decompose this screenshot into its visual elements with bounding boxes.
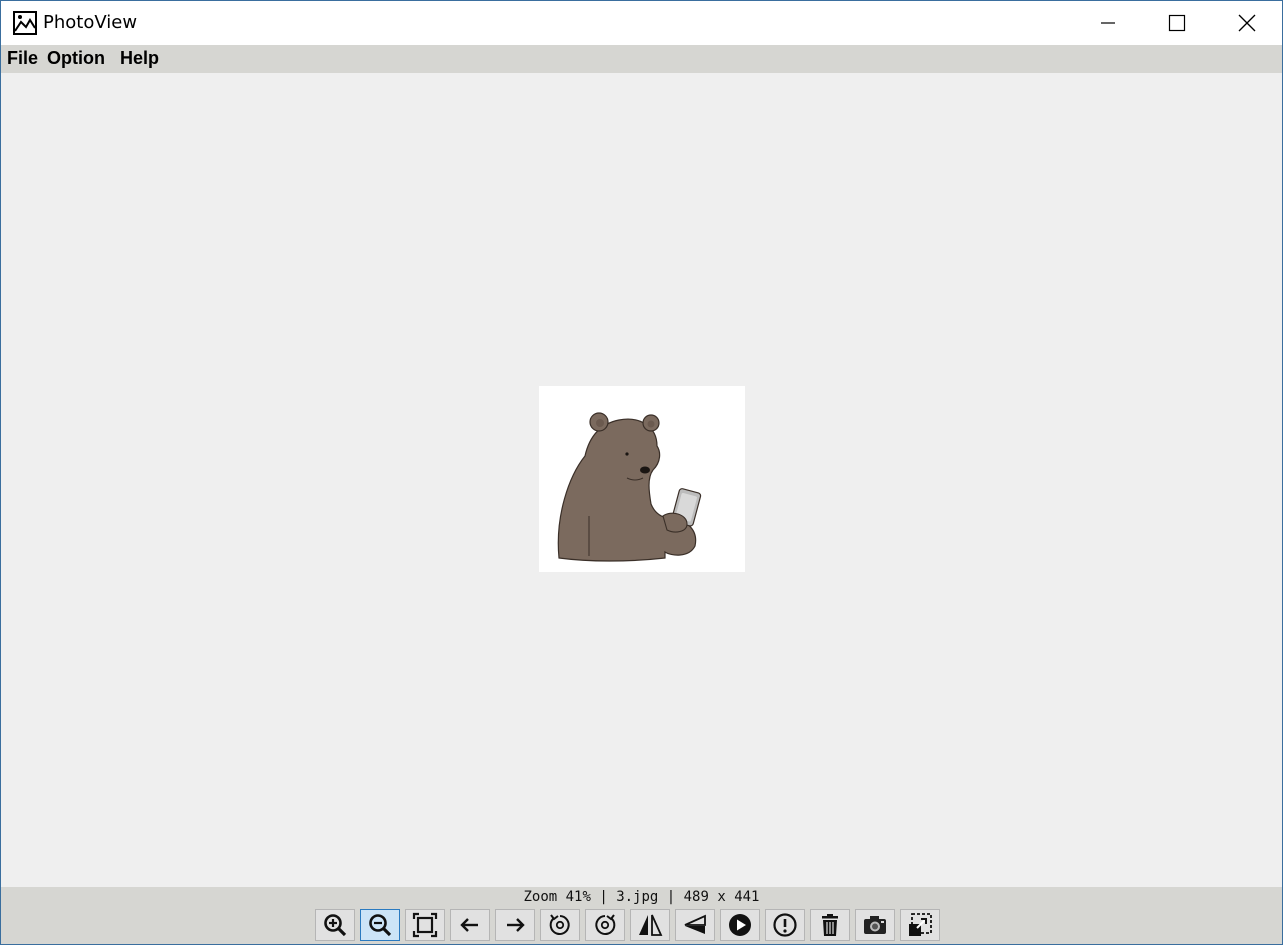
previous-image-button[interactable] (450, 909, 490, 941)
close-button[interactable] (1212, 1, 1282, 45)
toolbar (315, 909, 940, 944)
status-text: Zoom 41% | 3.jpg | 489 x 441 (523, 889, 760, 905)
menu-option[interactable]: Option (47, 48, 105, 69)
status-bar: Zoom 41% | 3.jpg | 489 x 441 (1, 887, 1282, 944)
maximize-button[interactable] (1142, 1, 1212, 45)
crop-icon (909, 913, 932, 936)
camera-icon (864, 916, 886, 934)
next-image-button[interactable] (495, 909, 535, 941)
minimize-button[interactable] (1073, 1, 1143, 45)
zoom-out-button[interactable] (360, 909, 400, 941)
arrow-left-icon (460, 918, 478, 932)
rotate-right-icon (595, 914, 616, 935)
maximize-icon (1168, 14, 1186, 32)
displayed-photo[interactable] (539, 386, 745, 572)
trash-icon (822, 914, 838, 936)
info-icon (773, 913, 797, 937)
flip-horizontal-button[interactable] (630, 909, 670, 941)
zoom-in-icon (324, 914, 347, 937)
photo-icon (13, 11, 37, 35)
delete-button[interactable] (810, 909, 850, 941)
title-bar[interactable]: PhotoView (1, 1, 1282, 45)
rotate-left-button[interactable] (540, 909, 580, 941)
zoom-in-button[interactable] (315, 909, 355, 941)
play-icon (729, 914, 751, 936)
menu-help[interactable]: Help (120, 48, 159, 69)
flip-vertical-icon (684, 914, 706, 934)
image-viewer-area[interactable] (1, 73, 1282, 887)
slideshow-button[interactable] (720, 909, 760, 941)
bear-holding-phone-image (557, 412, 702, 562)
rotate-left-icon (549, 914, 570, 935)
image-info-button[interactable] (765, 909, 805, 941)
zoom-out-icon (369, 914, 392, 937)
screenshot-button[interactable] (855, 909, 895, 941)
menu-bar: File Option Help (1, 45, 1282, 73)
photoview-window: PhotoView File Option Help Zoom 41% | 3.… (0, 0, 1283, 945)
close-icon (1238, 14, 1256, 32)
menu-file[interactable]: File (7, 48, 38, 69)
rotate-right-button[interactable] (585, 909, 625, 941)
fit-to-window-button[interactable] (405, 909, 445, 941)
flip-vertical-button[interactable] (675, 909, 715, 941)
arrow-right-icon (507, 918, 525, 932)
fit-to-window-icon (412, 912, 438, 938)
flip-horizontal-icon (639, 914, 663, 936)
crop-button[interactable] (900, 909, 940, 941)
minimize-icon (1101, 22, 1115, 24)
window-title: PhotoView (43, 12, 138, 33)
